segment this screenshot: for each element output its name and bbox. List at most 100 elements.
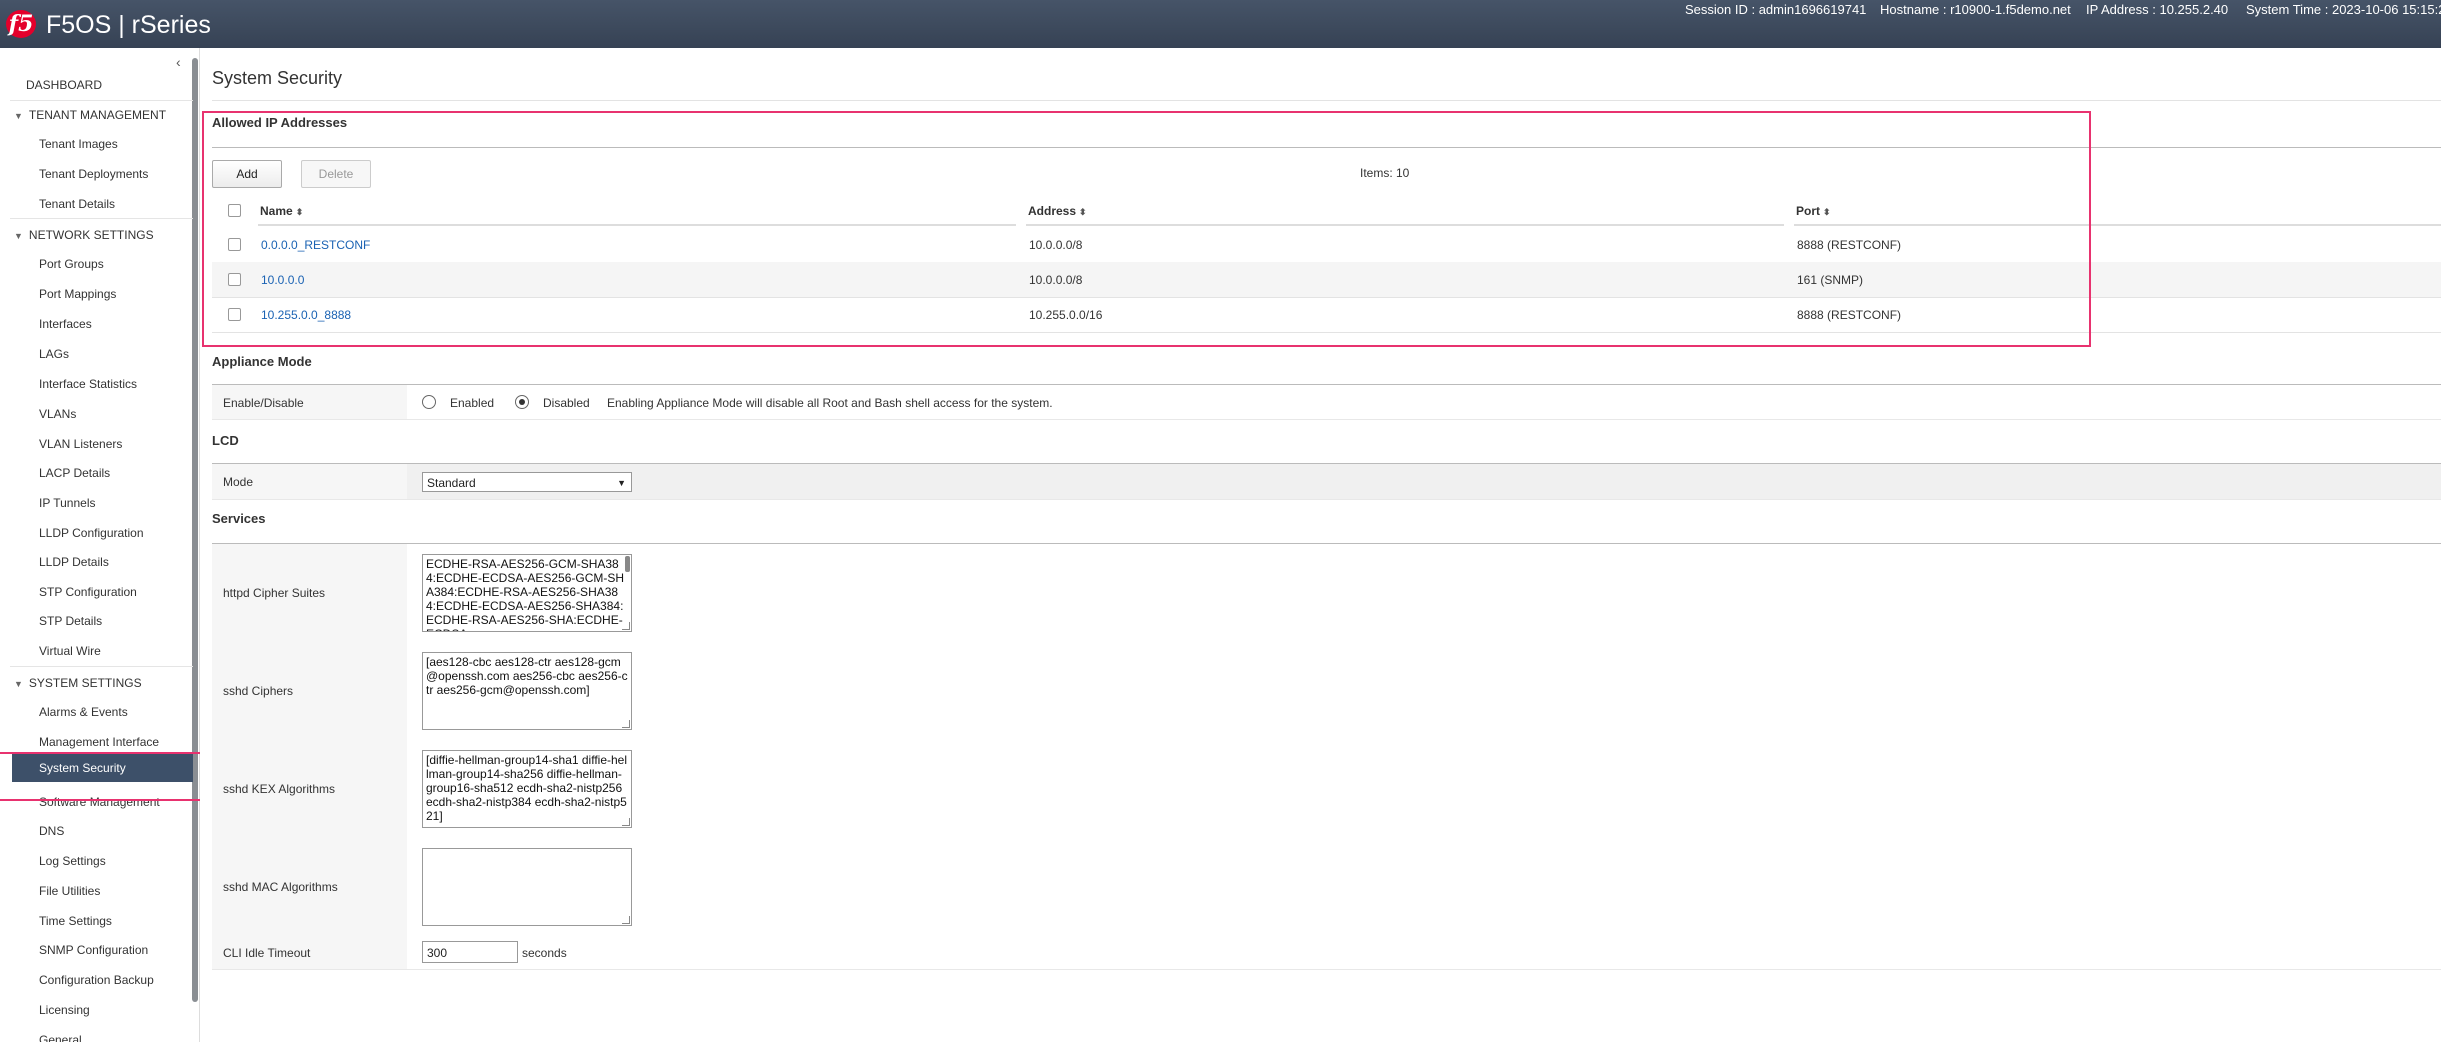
sidebar-item-general[interactable]: General [39,1033,82,1042]
resize-handle-icon[interactable] [622,818,630,826]
chevron-down-icon: ▼ [14,111,23,121]
appliance-mode-field: Enabled Disabled Enabling Appliance Mode… [407,385,2441,419]
sidebar-item-file-utilities[interactable]: File Utilities [39,884,100,898]
resize-handle-icon[interactable] [622,720,630,728]
sidebar-section-network-settings[interactable]: ▼ NETWORK SETTINGS [14,228,154,242]
sidebar-item-configuration-backup[interactable]: Configuration Backup [39,973,154,987]
section-label: TENANT MANAGEMENT [28,108,167,122]
textarea-value: [aes128-cbc aes128-ctr aes128-gcm@openss… [426,655,628,697]
httpd-cipher-row: httpd Cipher Suites ECDHE-RSA-AES256-GCM… [212,544,2441,643]
sidebar-item-licensing[interactable]: Licensing [39,1003,90,1017]
sidebar-item-tenant-images[interactable]: Tenant Images [39,137,118,151]
sidebar-divider [10,218,193,219]
appliance-mode-note: Enabling Appliance Mode will disable all… [607,396,1053,410]
sidebar-item-tenant-details[interactable]: Tenant Details [39,197,115,211]
sidebar-item-lldp-configuration[interactable]: LLDP Configuration [39,526,144,540]
chevron-down-icon: ▼ [14,231,23,241]
cli-timeout-input[interactable]: 300 [422,941,518,963]
dropdown-caret-icon: ▼ [617,478,626,488]
sidebar-nav: ‹ DASHBOARD ▼ TENANT MANAGEMENT Tenant Im… [0,48,200,1042]
session-id: Session ID : admin1696619741 [1685,2,1867,17]
page-title: System Security [212,68,343,88]
appliance-mode-title: Appliance Mode [212,354,312,369]
sidebar-item-lacp-details[interactable]: LACP Details [39,466,110,480]
textarea-value: [diffie-hellman-group14-sha1 diffie-hell… [426,753,628,823]
sshd-kex-label: sshd KEX Algorithms [223,782,336,796]
appliance-mode-row: Enable/Disable Enabled Disabled Enabling… [212,385,2441,420]
sidebar-item-lldp-details[interactable]: LLDP Details [39,555,109,569]
sidebar-item-tenant-deployments[interactable]: Tenant Deployments [39,167,148,181]
sidebar-item-lags[interactable]: LAGs [39,347,69,361]
title-divider [212,100,2441,101]
httpd-cipher-label: httpd Cipher Suites [223,586,326,600]
lcd-title: LCD [212,433,239,448]
radio-selected-dot [519,399,525,405]
enable-disable-label: Enable/Disable [223,396,304,410]
sidebar-item-dns[interactable]: DNS [39,824,64,838]
lcd-mode-field: Standard ▼ [407,464,2441,499]
sshd-kex-field: [diffie-hellman-group14-sha1 diffie-hell… [407,740,2441,838]
enabled-label: Enabled [450,396,495,410]
sidebar-item-port-groups[interactable]: Port Groups [39,257,104,271]
product-name: F5OS | rSeries [46,11,211,39]
sshd-kex-row: sshd KEX Algorithms [diffie-hellman-grou… [212,740,2441,839]
sidebar-item-vlan-listeners[interactable]: VLAN Listeners [39,437,122,451]
sshd-kex-textarea[interactable]: [diffie-hellman-group14-sha1 diffie-hell… [422,750,632,828]
sshd-ciphers-row: sshd Ciphers [aes128-cbc aes128-ctr aes1… [212,642,2441,741]
hostname: Hostname : r10900-1.f5demo.net [1880,2,2071,17]
lcd-mode-select[interactable]: Standard ▼ [422,472,632,492]
sidebar-item-stp-configuration[interactable]: STP Configuration [39,585,137,599]
sshd-ciphers-textarea[interactable]: [aes128-cbc aes128-ctr aes128-gcm@openss… [422,652,632,730]
sidebar-item-vlans[interactable]: VLANs [39,407,76,421]
enabled-radio[interactable] [422,395,436,409]
sidebar-item-virtual-wire[interactable]: Virtual Wire [39,644,101,658]
sidebar-item-snmp-configuration[interactable]: SNMP Configuration [39,943,148,957]
sidebar-item-management-interface[interactable]: Management Interface [39,735,159,749]
main-content: System Security Allowed IP Addresses Add… [200,48,2441,1042]
services-title: Services [212,511,266,526]
resize-handle-icon[interactable] [622,916,630,924]
httpd-cipher-textarea[interactable]: ECDHE-RSA-AES256-GCM-SHA384:ECDHE-ECDSA-… [422,554,632,632]
allowed-ip-highlight-box [202,111,2091,347]
resize-handle-icon[interactable] [622,622,630,630]
system-time: System Time : 2023-10-06 15:15:24 [2246,2,2441,17]
sidebar-item-stp-details[interactable]: STP Details [39,614,102,628]
seconds-unit-label: seconds [522,946,567,960]
sidebar-item-dashboard[interactable]: DASHBOARD [26,78,102,92]
sidebar-item-interface-statistics[interactable]: Interface Statistics [39,377,137,391]
sshd-mac-field [407,838,2441,936]
select-value: Standard [427,476,476,490]
disabled-label: Disabled [543,396,590,410]
collapse-sidebar-icon[interactable]: ‹ [176,54,181,70]
sidebar-divider [10,666,193,667]
sshd-ciphers-field: [aes128-cbc aes128-ctr aes128-gcm@openss… [407,642,2441,740]
sidebar-item-alarms-events[interactable]: Alarms & Events [39,705,128,719]
httpd-cipher-field: ECDHE-RSA-AES256-GCM-SHA384:ECDHE-ECDSA-… [407,544,2441,642]
sidebar-scrollbar[interactable] [192,58,198,1002]
sidebar-section-tenant-management[interactable]: ▼ TENANT MANAGEMENT [14,108,166,122]
sshd-mac-textarea[interactable] [422,848,632,926]
sshd-mac-label: sshd MAC Algorithms [223,880,338,894]
cli-timeout-row: CLI Idle Timeout 300 seconds [212,936,2441,970]
section-label: SYSTEM SETTINGS [28,676,142,690]
sidebar-item-interfaces[interactable]: Interfaces [39,317,92,331]
sshd-ciphers-label: sshd Ciphers [223,684,294,698]
sidebar-section-system-settings[interactable]: ▼ SYSTEM SETTINGS [14,676,142,690]
cli-timeout-field: 300 seconds [407,936,2441,969]
top-bar: f5 F5OS | rSeries Session ID : admin1696… [0,0,2441,48]
textarea-value: ECDHE-RSA-AES256-GCM-SHA384:ECDHE-ECDSA-… [426,557,625,631]
sidebar-item-log-settings[interactable]: Log Settings [39,854,106,868]
nav-highlight-box [0,752,204,801]
sshd-mac-row: sshd MAC Algorithms [212,838,2441,937]
mode-label: Mode [223,475,254,489]
f5-logo: f5 [6,10,36,38]
disabled-radio[interactable] [515,395,529,409]
sidebar-item-time-settings[interactable]: Time Settings [39,914,112,928]
textarea-scrollbar[interactable] [625,556,630,572]
sidebar-item-port-mappings[interactable]: Port Mappings [39,287,116,301]
ip-address: IP Address : 10.255.2.40 [2086,2,2229,17]
cli-timeout-label: CLI Idle Timeout [223,946,311,960]
sidebar-item-ip-tunnels[interactable]: IP Tunnels [39,496,95,510]
lcd-mode-row: Mode Standard ▼ [212,464,2441,500]
section-label: NETWORK SETTINGS [28,228,154,242]
